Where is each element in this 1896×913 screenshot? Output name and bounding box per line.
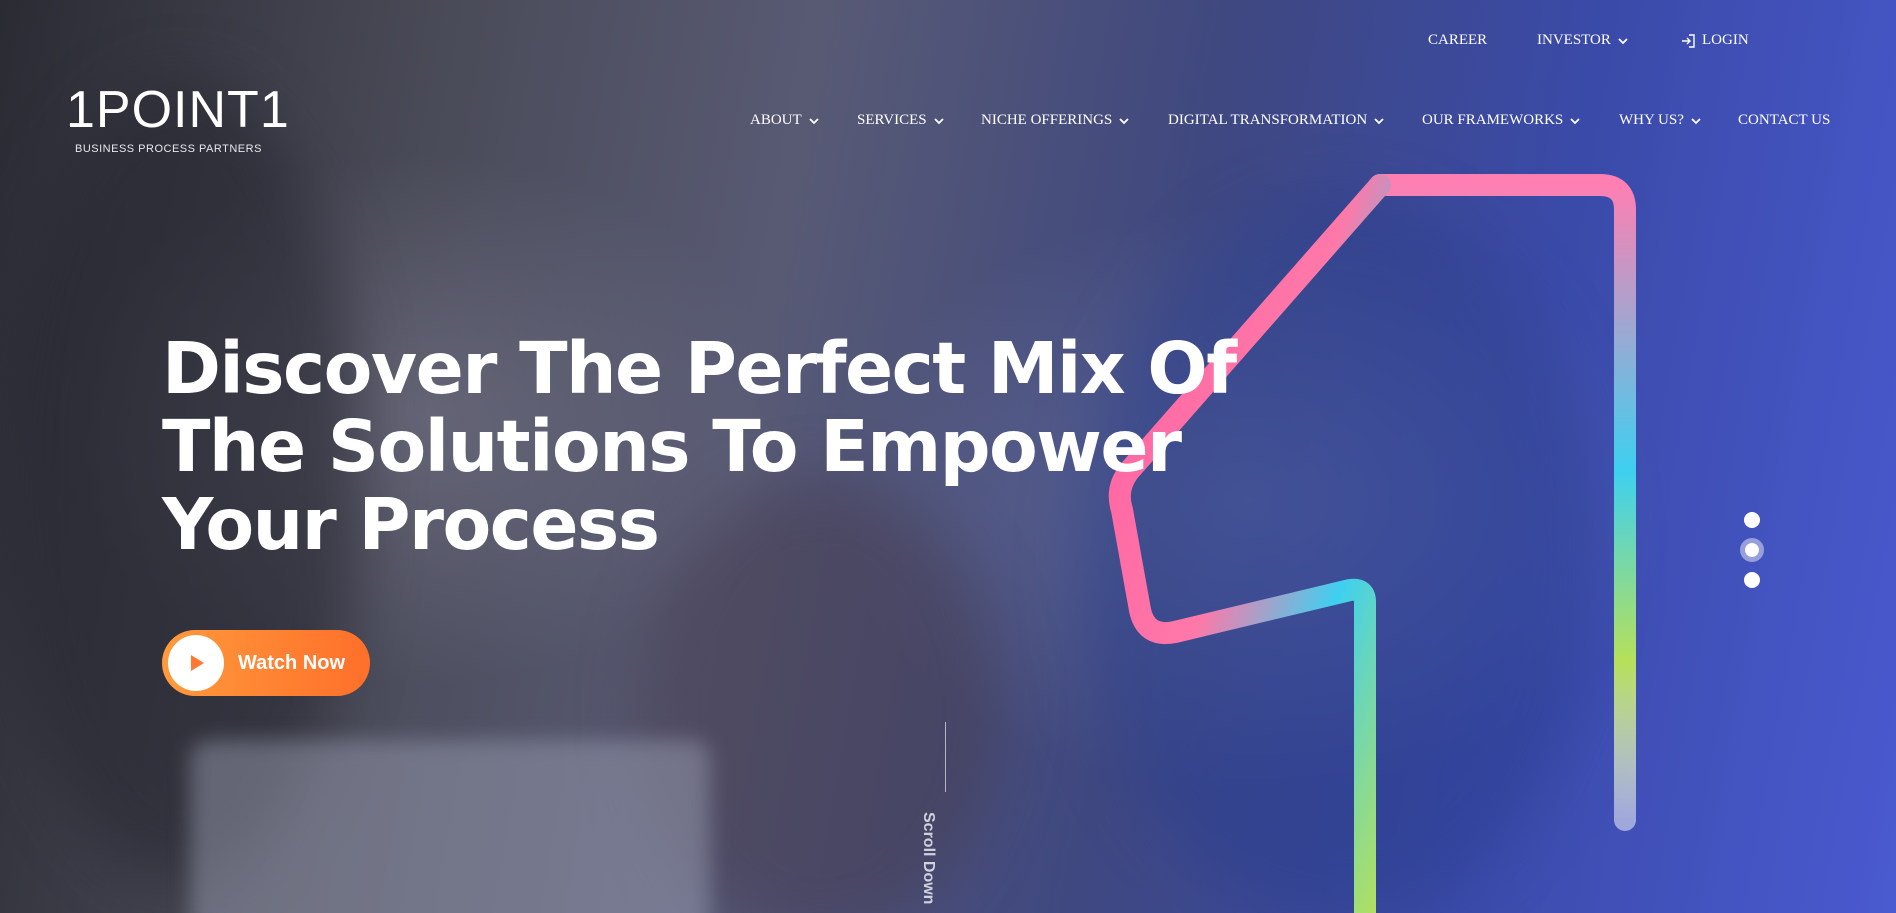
- scroll-line: [945, 722, 946, 792]
- nav-item-label: OUR FRAMEWORKS: [1422, 112, 1564, 128]
- logo-tagline: BUSINESS PROCESS PARTNERS: [75, 143, 262, 155]
- nav-item-label: ABOUT: [750, 112, 802, 128]
- investor-menu[interactable]: INVESTOR: [1537, 32, 1629, 49]
- chevron-down-icon: [934, 117, 944, 124]
- watch-now-button[interactable]: Watch Now: [162, 630, 370, 696]
- nav-item-label: DIGITAL TRANSFORMATION: [1168, 112, 1368, 128]
- nav-item-label: NICHE OFFERINGS: [981, 112, 1113, 128]
- nav-item-services[interactable]: SERVICES: [857, 112, 945, 129]
- play-button-circle: [168, 635, 224, 691]
- chevron-down-icon: [1570, 117, 1580, 124]
- hero-photo-laptop: [190, 740, 710, 913]
- brand-one-shape: [1108, 174, 1636, 913]
- hero-headline-line: Discover The Perfect Mix Of: [162, 327, 1237, 410]
- play-icon: [191, 655, 204, 671]
- scroll-down-label: Scroll Down: [920, 812, 937, 905]
- login-link-label: LOGIN: [1702, 32, 1749, 48]
- login-link[interactable]: LOGIN: [1680, 32, 1749, 49]
- nav-item-label: SERVICES: [857, 112, 927, 128]
- company-logo[interactable]: 1POINT1 BUSINESS PROCESS PARTNERS: [66, 81, 290, 160]
- chevron-down-icon: [1374, 117, 1384, 124]
- chevron-down-icon: [1691, 117, 1701, 124]
- watch-now-label: Watch Now: [238, 651, 346, 674]
- hero-headline: Discover The Perfect Mix Of The Solution…: [162, 327, 1237, 566]
- hero-headline-line: Your Process: [162, 483, 660, 566]
- nav-item-label: WHY US?: [1619, 112, 1684, 128]
- logo-wordmark: 1POINT1: [66, 81, 290, 139]
- nav-item-niche-offerings[interactable]: NICHE OFFERINGS: [981, 112, 1130, 129]
- nav-item-about[interactable]: ABOUT: [750, 112, 820, 129]
- nav-item-our-frameworks[interactable]: OUR FRAMEWORKS: [1422, 112, 1581, 129]
- nav-item-why-us[interactable]: WHY US?: [1619, 112, 1702, 129]
- investor-menu-label: INVESTOR: [1537, 32, 1611, 48]
- chevron-down-icon: [1119, 117, 1129, 124]
- career-link-label: CAREER: [1428, 32, 1488, 48]
- nav-item-digital-transformation[interactable]: DIGITAL TRANSFORMATION: [1168, 112, 1385, 129]
- career-link[interactable]: CAREER: [1428, 32, 1487, 49]
- login-icon: [1682, 33, 1695, 48]
- slider-dot-active[interactable]: [1740, 538, 1764, 562]
- slider-dot[interactable]: [1744, 512, 1760, 528]
- chevron-down-icon: [809, 117, 819, 124]
- nav-item-contact-us[interactable]: CONTACT US: [1738, 112, 1830, 129]
- nav-item-label: CONTACT US: [1738, 112, 1831, 128]
- chevron-down-icon: [1618, 37, 1628, 44]
- hero-headline-line: The Solutions To Empower: [162, 405, 1182, 488]
- slider-dot[interactable]: [1744, 572, 1760, 588]
